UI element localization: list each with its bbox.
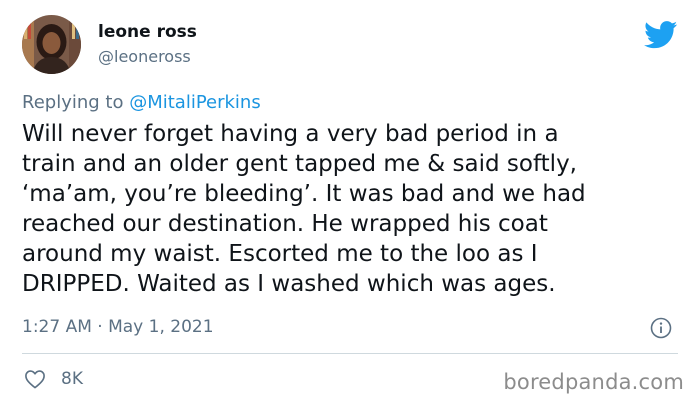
reply-mention-link[interactable]: @MitaliPerkins xyxy=(129,92,261,113)
tweet-text: Will never forget having a very bad peri… xyxy=(22,121,586,297)
like-button[interactable]: 8K xyxy=(24,369,83,389)
replying-to-line: Replying to @MitaliPerkins xyxy=(22,92,261,113)
avatar[interactable] xyxy=(22,15,81,74)
replying-to-label: Replying to xyxy=(22,92,130,113)
heart-icon xyxy=(25,370,45,389)
watermark: boredpanda.com xyxy=(503,370,684,394)
tweet-timestamp[interactable]: 1:27 AM · May 1, 2021 xyxy=(22,317,214,337)
like-count: 8K xyxy=(61,369,83,389)
author-display-name[interactable]: leone ross xyxy=(98,22,197,42)
divider xyxy=(22,353,678,354)
author-handle[interactable]: @leoneross xyxy=(98,47,191,66)
info-icon[interactable] xyxy=(650,317,672,339)
twitter-bird-icon[interactable] xyxy=(644,21,678,49)
